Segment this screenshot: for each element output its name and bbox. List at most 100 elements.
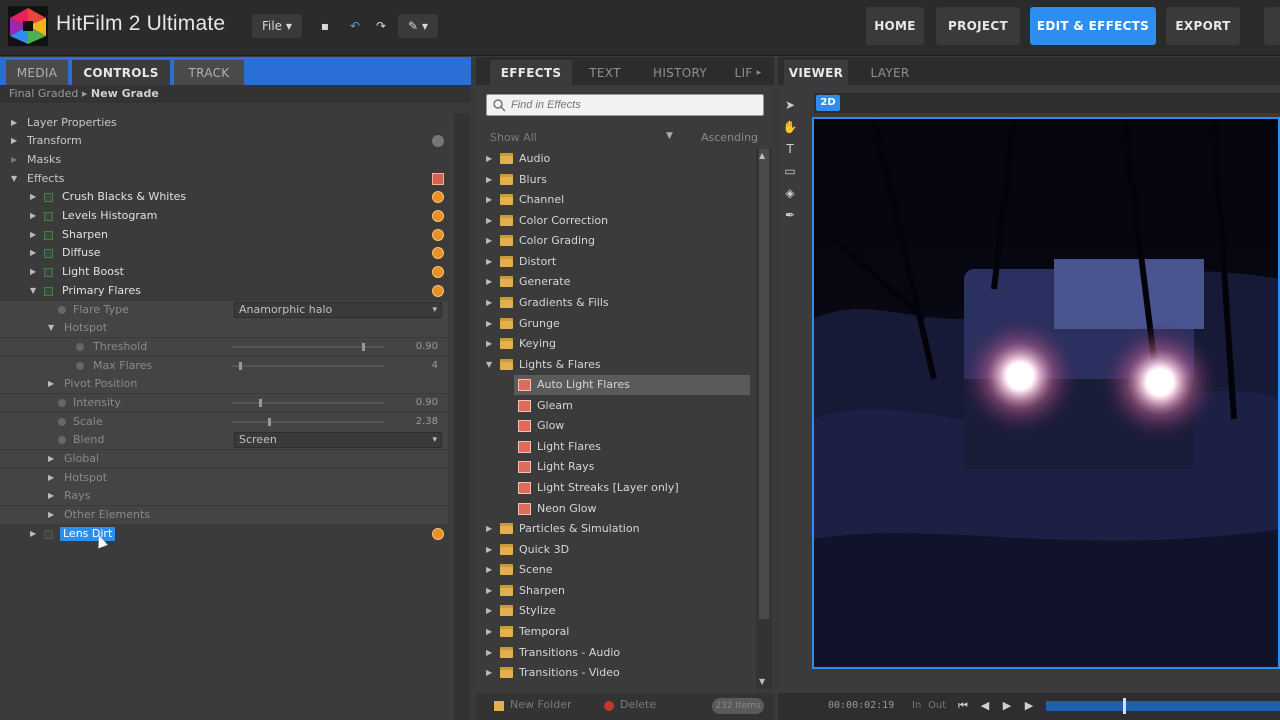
nav-edit-effects-button[interactable]: EDIT & EFFECTS	[1030, 7, 1156, 45]
effect-settings-icon[interactable]	[432, 266, 444, 278]
expand-arrow-icon[interactable]: ▶	[48, 450, 54, 468]
effect-row-sharpen[interactable]: ▶ Sharpen	[0, 226, 448, 244]
breadcrumb-parent[interactable]: Final Graded	[9, 87, 78, 100]
effects-search[interactable]	[486, 94, 764, 116]
nav-export-button[interactable]: EXPORT	[1166, 7, 1240, 45]
keyframe-icon[interactable]	[58, 436, 66, 444]
param-row-hotspot-group[interactable]: ▶ Hotspot	[0, 469, 448, 487]
step-back-icon[interactable]: ◀	[976, 698, 994, 714]
effect-row-levels-histogram[interactable]: ▶ Levels Histogram	[0, 207, 448, 225]
enable-checkbox[interactable]	[44, 212, 53, 221]
expand-arrow-icon[interactable]: ▶	[48, 487, 54, 505]
effect-folder-stylize[interactable]: ▶ Stylize	[476, 601, 752, 621]
collapse-arrow-icon[interactable]: ▼	[48, 319, 54, 337]
expand-arrow-icon[interactable]: ▶	[30, 244, 36, 262]
delete-icon[interactable]	[604, 701, 614, 711]
nav-more-button[interactable]	[1264, 7, 1280, 45]
effect-folder-lights-flares[interactable]: ▼ Lights & Flares	[476, 355, 752, 375]
expand-arrow-icon[interactable]: ▶	[486, 252, 492, 272]
tree-row-masks[interactable]: ▶ Masks	[0, 151, 448, 169]
expand-arrow-icon[interactable]: ▶	[486, 540, 492, 560]
step-forward-icon[interactable]: ▶	[998, 698, 1016, 714]
effect-settings-icon[interactable]	[432, 229, 444, 241]
effects-scrollbar[interactable]: ▲ ▼	[756, 149, 772, 689]
effect-folder-audio[interactable]: ▶ Audio	[476, 149, 752, 169]
effect-folder-sharpen[interactable]: ▶ Sharpen	[476, 581, 752, 601]
flare-type-dropdown[interactable]: Anamorphic halo	[234, 302, 442, 318]
expand-arrow-icon[interactable]: ▶	[48, 506, 54, 524]
enable-checkbox[interactable]	[44, 249, 53, 258]
expand-arrow-icon[interactable]: ▶	[486, 272, 492, 292]
chevron-right-icon[interactable]: ▸	[757, 68, 762, 78]
keyframe-icon[interactable]	[76, 343, 84, 351]
keyframe-icon[interactable]	[58, 306, 66, 314]
scrollbar-thumb[interactable]	[759, 149, 769, 619]
tree-row-transform[interactable]: ▶ Transform	[0, 132, 448, 150]
expand-arrow-icon[interactable]: ▶	[30, 207, 36, 225]
new-folder-button[interactable]: New Folder	[510, 698, 571, 711]
expand-arrow-icon[interactable]: ▶	[30, 263, 36, 281]
enable-checkbox[interactable]	[44, 287, 53, 296]
keyframe-icon[interactable]	[58, 399, 66, 407]
effect-item-light-streaks[interactable]: Light Streaks [Layer only]	[476, 478, 752, 498]
expand-arrow-icon[interactable]: ▶	[11, 132, 17, 150]
expand-arrow-icon[interactable]: ▶	[486, 211, 492, 231]
collapse-arrow-icon[interactable]: ▼	[486, 355, 492, 375]
expand-arrow-icon[interactable]: ▶	[30, 525, 36, 543]
expand-arrow-icon[interactable]: ▶	[486, 170, 492, 190]
effect-folder-distort[interactable]: ▶ Distort	[476, 252, 752, 272]
delete-button[interactable]: Delete	[620, 698, 656, 711]
expand-arrow-icon[interactable]: ▶	[48, 375, 54, 393]
tab-text[interactable]: TEXT	[576, 60, 634, 85]
play-icon[interactable]: ▶	[1020, 698, 1038, 714]
effect-folder-blurs[interactable]: ▶ Blurs	[476, 170, 752, 190]
expand-arrow-icon[interactable]: ▶	[486, 149, 492, 169]
effect-folder-transitions-video[interactable]: ▶ Transitions - Video	[476, 663, 752, 683]
nav-home-button[interactable]: HOME	[866, 7, 924, 45]
tab-history[interactable]: HISTORY	[638, 60, 722, 85]
tab-layer[interactable]: LAYER	[858, 60, 922, 85]
slider-handle[interactable]	[267, 418, 271, 426]
tab-controls[interactable]: CONTROLS	[72, 60, 170, 85]
tab-track[interactable]: TRACK	[174, 60, 244, 85]
effect-folder-keying[interactable]: ▶ Keying	[476, 334, 752, 354]
effect-folder-grunge[interactable]: ▶ Grunge	[476, 314, 752, 334]
expand-arrow-icon[interactable]: ▶	[486, 334, 492, 354]
tools-menu-button[interactable]: ✎ ▼	[398, 14, 438, 38]
in-point-button[interactable]: In	[912, 700, 921, 711]
tab-viewer[interactable]: VIEWER	[784, 60, 848, 85]
effect-settings-icon[interactable]	[432, 210, 444, 222]
expand-arrow-icon[interactable]: ▶	[486, 560, 492, 580]
effect-settings-icon[interactable]	[432, 191, 444, 203]
effect-row-light-boost[interactable]: ▶ Light Boost	[0, 263, 448, 281]
effect-item-gleam[interactable]: Gleam	[476, 396, 752, 416]
new-folder-icon[interactable]	[494, 701, 504, 711]
param-row-rays[interactable]: ▶ Rays	[0, 487, 448, 505]
effect-item-neon-glow[interactable]: Neon Glow	[476, 499, 752, 519]
redo-icon[interactable]: ↷	[370, 14, 392, 38]
search-input[interactable]	[511, 97, 759, 113]
expand-arrow-icon[interactable]: ▶	[486, 231, 492, 251]
save-icon[interactable]: ▪	[314, 14, 336, 38]
slider-handle[interactable]	[258, 399, 262, 407]
expand-arrow-icon[interactable]: ▶	[486, 293, 492, 313]
param-value[interactable]: 4	[432, 357, 438, 375]
param-value[interactable]: 0.90	[416, 338, 438, 356]
pen-tool-icon[interactable]: ✒	[782, 207, 798, 223]
effect-item-light-rays[interactable]: Light Rays	[476, 457, 752, 477]
keyframe-icon[interactable]	[58, 418, 66, 426]
file-menu[interactable]: File ▼	[252, 14, 302, 38]
chevron-down-icon[interactable]: ▼	[666, 131, 673, 141]
effect-item-glow[interactable]: Glow	[476, 416, 752, 436]
effect-row-diffuse[interactable]: ▶ Diffuse	[0, 244, 448, 262]
expand-arrow-icon[interactable]: ▶	[486, 581, 492, 601]
intensity-slider[interactable]	[232, 399, 384, 407]
param-row-other-elements[interactable]: ▶ Other Elements	[0, 506, 448, 524]
timecode[interactable]: 00:00:02:19	[828, 700, 894, 711]
param-value[interactable]: 0.90	[416, 394, 438, 412]
effects-icon[interactable]	[432, 173, 444, 185]
tab-library[interactable]: LIF ▸	[726, 60, 770, 85]
controls-scrollbar[interactable]	[454, 113, 470, 720]
scale-slider[interactable]	[232, 418, 384, 426]
mask-tool-icon[interactable]: ▭	[782, 163, 798, 179]
